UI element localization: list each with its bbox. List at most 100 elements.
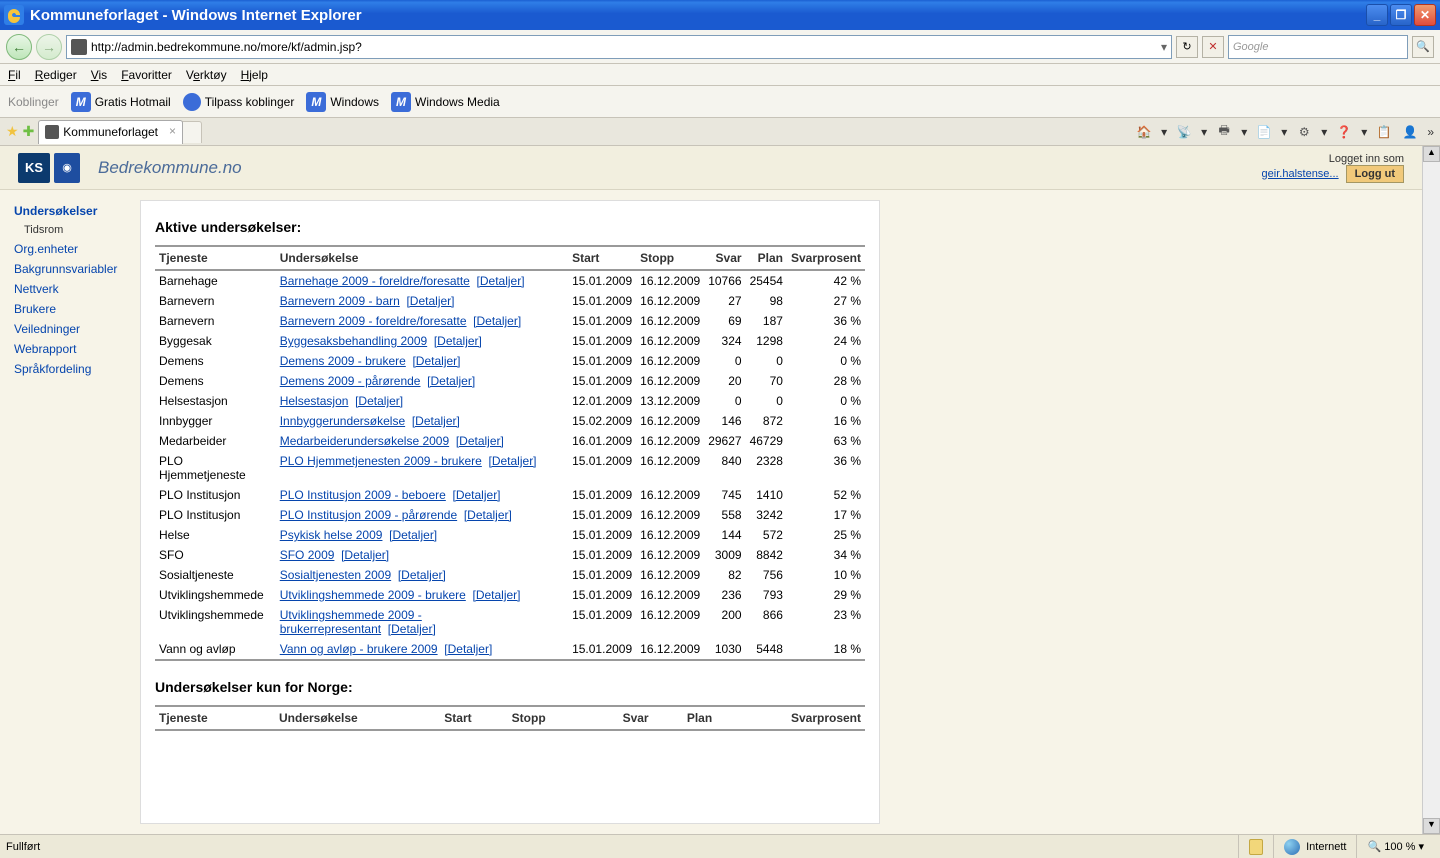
search-box[interactable]: Google bbox=[1228, 35, 1408, 59]
logout-button[interactable]: Logg ut bbox=[1346, 165, 1404, 183]
tab-current[interactable]: Kommuneforlaget bbox=[38, 120, 183, 144]
table-row: DemensDemens 2009 - brukere [Detaljer]15… bbox=[155, 351, 865, 371]
details-link[interactable]: [Detaljer] bbox=[434, 334, 482, 348]
details-link[interactable]: [Detaljer] bbox=[444, 642, 492, 656]
cell-stopp: 16.12.2009 bbox=[636, 291, 704, 311]
survey-link[interactable]: PLO Hjemmetjenesten 2009 - brukere bbox=[280, 454, 482, 468]
link-windows-media[interactable]: MWindows Media bbox=[391, 92, 500, 112]
zoom-level[interactable]: 🔍 100 % ▾ bbox=[1367, 840, 1424, 853]
menu-rediger[interactable]: Rediger bbox=[35, 68, 77, 82]
details-link[interactable]: [Detaljer] bbox=[398, 568, 446, 582]
stop-button[interactable]: ✕ bbox=[1202, 36, 1224, 58]
survey-link[interactable]: Barnevern 2009 - barn bbox=[280, 294, 400, 308]
details-link[interactable]: [Detaljer] bbox=[456, 434, 504, 448]
details-link[interactable]: [Detaljer] bbox=[477, 274, 525, 288]
nav-item[interactable]: Org.enheter bbox=[14, 242, 136, 256]
cell-plan: 5448 bbox=[746, 639, 787, 660]
new-tab-button[interactable] bbox=[182, 121, 202, 143]
survey-link[interactable]: Barnehage 2009 - foreldre/foresatte bbox=[280, 274, 470, 288]
menu-fil[interactable]: Fil bbox=[8, 68, 21, 82]
username-link[interactable]: geir.halstense... bbox=[1262, 168, 1339, 180]
details-link[interactable]: [Detaljer] bbox=[453, 488, 501, 502]
survey-link[interactable]: Vann og avløp - brukere 2009 bbox=[280, 642, 438, 656]
scroll-down-button[interactable]: ▼ bbox=[1423, 818, 1440, 834]
link-hotmail[interactable]: MGratis Hotmail bbox=[71, 92, 171, 112]
details-link[interactable]: [Detaljer] bbox=[388, 622, 436, 636]
address-bar[interactable]: http://admin.bedrekommune.no/more/kf/adm… bbox=[66, 35, 1172, 59]
nav-item[interactable]: Brukere bbox=[14, 302, 136, 316]
print-icon[interactable]: 🖶 bbox=[1215, 123, 1233, 141]
menu-hjelp[interactable]: Hjelp bbox=[241, 68, 268, 82]
details-link[interactable]: [Detaljer] bbox=[389, 528, 437, 542]
nav-subitem[interactable]: Tidsrom bbox=[24, 224, 136, 236]
forward-button[interactable]: → bbox=[36, 34, 62, 60]
messenger-icon[interactable]: 👤 bbox=[1401, 123, 1419, 141]
nav-item[interactable]: Webrapport bbox=[14, 342, 136, 356]
cell-svarprosent: 63 % bbox=[787, 431, 865, 451]
tools-icon[interactable]: ⚙ bbox=[1295, 123, 1313, 141]
scroll-up-button[interactable]: ▲ bbox=[1423, 146, 1440, 162]
survey-link[interactable]: Innbyggerundersøkelse bbox=[280, 414, 405, 428]
back-button[interactable]: ← bbox=[6, 34, 32, 60]
toolbar-overflow-icon[interactable]: » bbox=[1427, 125, 1434, 139]
window-maximize-button[interactable]: ❐ bbox=[1390, 4, 1412, 26]
details-link[interactable]: [Detaljer] bbox=[472, 588, 520, 602]
survey-link[interactable]: Demens 2009 - pårørende bbox=[280, 374, 421, 388]
details-link[interactable]: [Detaljer] bbox=[412, 414, 460, 428]
favorites-star-icon[interactable]: ★ bbox=[6, 123, 19, 140]
nav-item[interactable]: Språkfordeling bbox=[14, 362, 136, 376]
refresh-button[interactable]: ↻ bbox=[1176, 36, 1198, 58]
details-link[interactable]: [Detaljer] bbox=[464, 508, 512, 522]
details-link[interactable]: [Detaljer] bbox=[412, 354, 460, 368]
details-link[interactable]: [Detaljer] bbox=[341, 548, 389, 562]
survey-link[interactable]: SFO 2009 bbox=[280, 548, 335, 562]
survey-link[interactable]: Utviklingshemmede 2009 - brukere bbox=[280, 588, 466, 602]
nav-item[interactable]: Nettverk bbox=[14, 282, 136, 296]
col-start: Start bbox=[568, 246, 636, 270]
link-tilpass[interactable]: Tilpass koblinger bbox=[183, 93, 295, 111]
survey-link[interactable]: Medarbeiderundersøkelse 2009 bbox=[280, 434, 449, 448]
details-link[interactable]: [Detaljer] bbox=[355, 394, 403, 408]
col-svarprosent: Svarprosent bbox=[787, 246, 865, 270]
nav-item[interactable]: Undersøkelser bbox=[14, 204, 136, 218]
menu-favoritter[interactable]: Favoritter bbox=[121, 68, 172, 82]
cell-svar: 69 bbox=[704, 311, 745, 331]
window-close-button[interactable]: ✕ bbox=[1414, 4, 1436, 26]
table-row: HelsePsykisk helse 2009 [Detaljer]15.01.… bbox=[155, 525, 865, 545]
survey-link[interactable]: PLO Institusjon 2009 - beboere bbox=[280, 488, 446, 502]
page-icon[interactable]: 📄 bbox=[1255, 123, 1273, 141]
cell-svar: 236 bbox=[704, 585, 745, 605]
research-icon[interactable]: 📋 bbox=[1375, 123, 1393, 141]
details-link[interactable]: [Detaljer] bbox=[473, 314, 521, 328]
window-minimize-button[interactable]: _ bbox=[1366, 4, 1388, 26]
menu-verktoy[interactable]: Verktøy bbox=[186, 68, 227, 82]
survey-link[interactable]: Psykisk helse 2009 bbox=[280, 528, 383, 542]
survey-link[interactable]: Demens 2009 - brukere bbox=[280, 354, 406, 368]
vertical-scrollbar[interactable]: ▲ ▼ bbox=[1422, 146, 1440, 834]
search-button[interactable]: 🔍 bbox=[1412, 36, 1434, 58]
details-link[interactable]: [Detaljer] bbox=[406, 294, 454, 308]
survey-link[interactable]: Helsestasjon bbox=[280, 394, 349, 408]
col-plan: Plan bbox=[746, 246, 787, 270]
cell-start: 15.02.2009 bbox=[568, 411, 636, 431]
nav-item[interactable]: Bakgrunnsvariabler bbox=[14, 262, 136, 276]
table-row: BarnevernBarnevern 2009 - barn [Detaljer… bbox=[155, 291, 865, 311]
survey-link[interactable]: Sosialtjenesten 2009 bbox=[280, 568, 391, 582]
cell-tjeneste: PLO Institusjon bbox=[155, 485, 276, 505]
heading-active: Aktive undersøkelser: bbox=[155, 219, 865, 235]
details-link[interactable]: [Detaljer] bbox=[489, 454, 537, 468]
link-windows[interactable]: MWindows bbox=[306, 92, 379, 112]
add-favorite-icon[interactable]: ✚ bbox=[23, 123, 35, 140]
menu-vis[interactable]: Vis bbox=[91, 68, 107, 82]
help-icon[interactable]: ❓ bbox=[1335, 123, 1353, 141]
cell-svarprosent: 23 % bbox=[787, 605, 865, 639]
survey-link[interactable]: PLO Institusjon 2009 - pårørende bbox=[280, 508, 457, 522]
survey-link[interactable]: Barnevern 2009 - foreldre/foresatte bbox=[280, 314, 467, 328]
cell-tjeneste: Innbygger bbox=[155, 411, 276, 431]
feeds-icon[interactable]: 📡 bbox=[1175, 123, 1193, 141]
home-icon[interactable]: 🏠 bbox=[1135, 123, 1153, 141]
table-row: SosialtjenesteSosialtjenesten 2009 [Deta… bbox=[155, 565, 865, 585]
nav-item[interactable]: Veiledninger bbox=[14, 322, 136, 336]
survey-link[interactable]: Byggesaksbehandling 2009 bbox=[280, 334, 427, 348]
details-link[interactable]: [Detaljer] bbox=[427, 374, 475, 388]
